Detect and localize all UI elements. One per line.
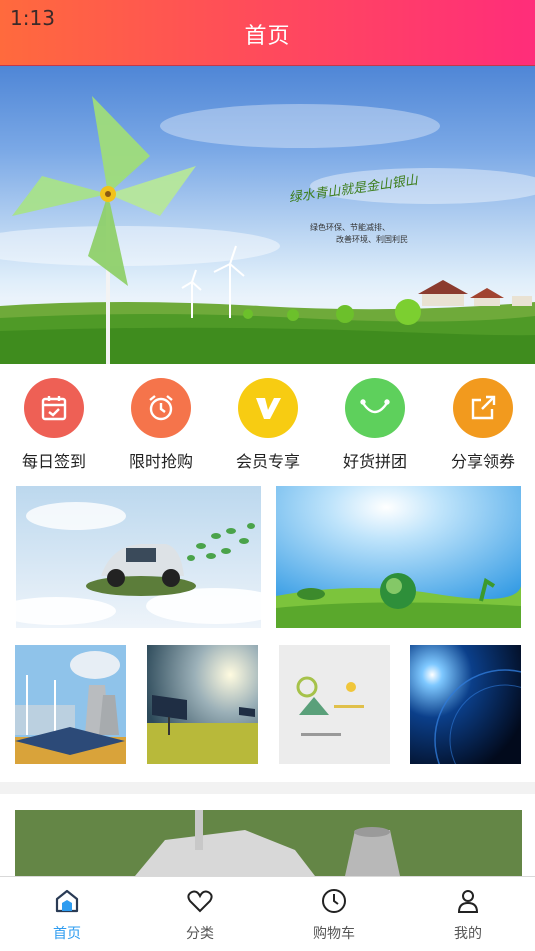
image-digital-globe[interactable] [410,645,521,764]
tab-home[interactable]: 首页 [17,887,117,943]
image-industrial-plant[interactable] [15,810,522,876]
image-solar-field-sunset[interactable] [147,645,258,764]
quick-menu-group-buy[interactable]: 好货拼团 [325,378,425,472]
quick-menu-label: 好货拼团 [342,452,407,471]
image-eco-illustration[interactable] [279,645,390,764]
vip-v-icon [238,378,298,438]
section-divider [0,782,535,794]
home-page: 1:13 首页 绿水青山就是金山银山 绿色环保、节能减排、 改善环境、利国利民 … [0,0,535,951]
tab-profile[interactable]: 我的 [418,887,518,943]
image-power-plant-solar[interactable] [15,645,126,764]
bottom-tab-bar: 首页 分类 购物车 我的 [0,876,535,951]
quick-menu-label: 分享领券 [450,452,515,471]
promo-image-electric-car[interactable] [16,486,261,628]
quick-menu: 每日签到 限时抢购 会员专享 好货拼团 分享领券 [0,378,535,478]
quick-menu-label: 每日签到 [21,452,86,471]
smile-arc-icon [345,378,405,438]
quick-menu-label: 限时抢购 [128,452,193,471]
home-icon [17,887,117,919]
tab-cart[interactable]: 购物车 [284,887,384,943]
page-title: 首页 [244,24,291,49]
quick-menu-checkin[interactable]: 每日签到 [4,378,104,472]
top-header: 1:13 首页 [0,0,535,66]
tab-label: 购物车 [313,926,355,942]
banner-subtext-1: 绿色环保、节能减排、 [310,223,390,232]
banner-subtext-2: 改善环境、利国利民 [336,235,408,244]
quick-menu-flash-sale[interactable]: 限时抢购 [111,378,211,472]
hero-banner[interactable]: 绿水青山就是金山银山 绿色环保、节能减排、 改善环境、利国利民 [0,66,535,364]
tab-label: 首页 [53,926,81,942]
alarm-clock-icon [131,378,191,438]
share-arrow-icon [453,378,513,438]
heart-icon [150,887,250,919]
tab-label: 分类 [186,926,214,942]
promo-image-green-earth[interactable] [276,486,521,628]
calendar-check-icon [24,378,84,438]
tab-category[interactable]: 分类 [150,887,250,943]
quick-menu-label: 会员专享 [235,452,300,471]
user-icon [418,887,518,919]
quick-menu-share-coupon[interactable]: 分享领券 [433,378,533,472]
quick-menu-vip[interactable]: 会员专享 [218,378,318,472]
tab-label: 我的 [454,926,482,942]
clock-icon [284,887,384,919]
